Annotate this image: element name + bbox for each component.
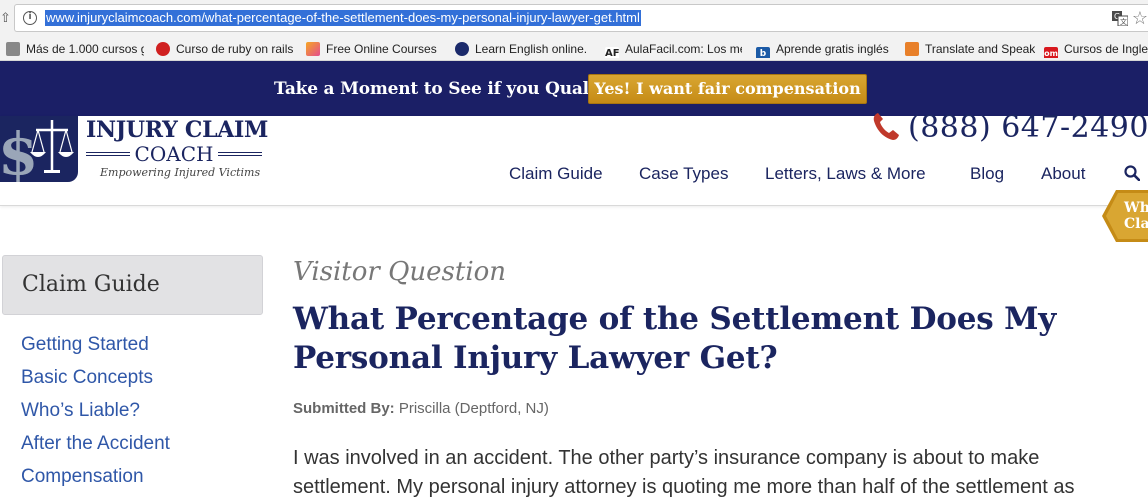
address-bar[interactable]: i www.injuryclaimcoach.com/what-percenta… <box>14 4 1148 32</box>
sidebar-title: Claim Guide <box>22 272 160 297</box>
body-line: settlement. My personal injury attorney … <box>293 476 1075 498</box>
sidebar-link-whos-liable[interactable]: Who’s Liable? <box>21 400 140 422</box>
bookmark-item[interactable]: Curso de ruby on rails <box>156 40 294 58</box>
courses-icon <box>306 42 320 56</box>
om-icon: om <box>1044 47 1058 58</box>
bookmark-item[interactable]: om Cursos de Ingle <box>1044 40 1148 58</box>
af-icon: AF <box>605 47 620 58</box>
side-tab-line: Wh <box>1124 200 1148 216</box>
search-icon[interactable] <box>1124 165 1140 181</box>
submitted-by: Submitted By: Priscilla (Deptford, NJ) <box>293 400 549 417</box>
bookmark-star-icon[interactable]: ☆ <box>1132 8 1148 28</box>
logo-tagline: Empowering Injured Victims <box>100 166 261 179</box>
submitted-label: Submitted By: <box>293 400 395 417</box>
bookmark-label: AulaFacil.com: Los me <box>625 42 742 56</box>
back-arrow-icon[interactable]: ⇧ <box>0 10 11 26</box>
bookmark-label: Cursos de Ingle <box>1064 42 1148 56</box>
article-headline: What Percentage of the Settlement Does M… <box>293 301 1057 376</box>
nav-case-types[interactable]: Case Types <box>639 164 728 184</box>
sidebar-link-compensation[interactable]: Compensation <box>21 466 144 488</box>
phone-icon <box>873 113 899 140</box>
fair-compensation-button[interactable]: Yes! I want fair compensation <box>588 74 867 104</box>
globe-icon <box>455 42 469 56</box>
browser-toolbar: ⇧ i www.injuryclaimcoach.com/what-percen… <box>0 0 1148 36</box>
bookmark-item[interactable]: b Aprende gratis inglés <box>756 40 890 58</box>
bookmark-label: Translate and Speak <box>925 42 1035 56</box>
body-line: I was involved in an accident. The other… <box>293 447 1040 469</box>
submitted-value: Priscilla (Deptford, NJ) <box>398 400 549 417</box>
logo-title[interactable]: INJURY CLAIM <box>86 117 268 143</box>
side-tab-text[interactable]: Wh Cla <box>1124 200 1148 232</box>
article-kicker: Visitor Question <box>293 257 507 287</box>
translate-icon[interactable]: G 文 <box>1112 11 1128 26</box>
translate-speak-icon <box>905 42 919 56</box>
bookmark-item[interactable]: Free Online Courses - <box>306 40 440 58</box>
promo-banner: Take a Moment to See if you Qualify Yes!… <box>0 61 1148 116</box>
bookmark-item[interactable]: AF AulaFacil.com: Los me <box>605 40 742 58</box>
site-header: $ INJURY CLAIM COACH Empowering Injured … <box>0 110 1148 206</box>
ruby-icon <box>156 42 170 56</box>
nav-claim-guide[interactable]: Claim Guide <box>509 164 603 184</box>
logo-badge[interactable]: $ <box>0 116 78 182</box>
bookmark-folder-icon <box>6 42 20 56</box>
scales-dollar-icon: $ <box>0 120 74 182</box>
sidebar-link-after-accident[interactable]: After the Accident <box>21 433 170 455</box>
bookmark-item[interactable]: Translate and Speak <box>905 40 1035 58</box>
promo-text: Take a Moment to See if you Qualify <box>274 79 612 99</box>
bookmark-label: Learn English online. <box>475 42 588 56</box>
bookmark-item[interactable]: Learn English online. <box>455 40 589 58</box>
nav-letters-laws[interactable]: Letters, Laws & More <box>765 164 926 184</box>
b-icon: b <box>756 47 770 58</box>
sidebar-link-getting-started[interactable]: Getting Started <box>21 334 149 356</box>
svg-text:文: 文 <box>1120 17 1127 26</box>
phone-number[interactable]: (888) 647-2490 <box>872 110 1148 145</box>
bookmark-label: Curso de ruby on rails <box>176 42 294 56</box>
sidebar-heading: Claim Guide <box>2 255 263 315</box>
bookmark-label: Más de 1.000 cursos g <box>26 42 144 56</box>
logo-subtitle[interactable]: COACH <box>86 142 262 166</box>
bookmarks-bar: Más de 1.000 cursos g Curso de ruby on r… <box>0 36 1148 61</box>
bookmark-label: Free Online Courses - <box>326 42 440 56</box>
sidebar-link-basic-concepts[interactable]: Basic Concepts <box>21 367 153 389</box>
info-icon[interactable]: i <box>23 11 37 25</box>
url-text[interactable]: www.injuryclaimcoach.com/what-percentage… <box>45 10 641 26</box>
bookmark-item[interactable]: Más de 1.000 cursos g <box>6 40 144 58</box>
nav-blog[interactable]: Blog <box>970 164 1004 184</box>
phone-text[interactable]: (888) 647-2490 <box>908 110 1148 145</box>
nav-about[interactable]: About <box>1041 164 1085 184</box>
side-tab-line: Cla <box>1124 216 1148 232</box>
article-body: I was involved in an accident. The other… <box>293 444 1148 498</box>
bookmark-label: Aprende gratis inglés <box>776 42 889 56</box>
